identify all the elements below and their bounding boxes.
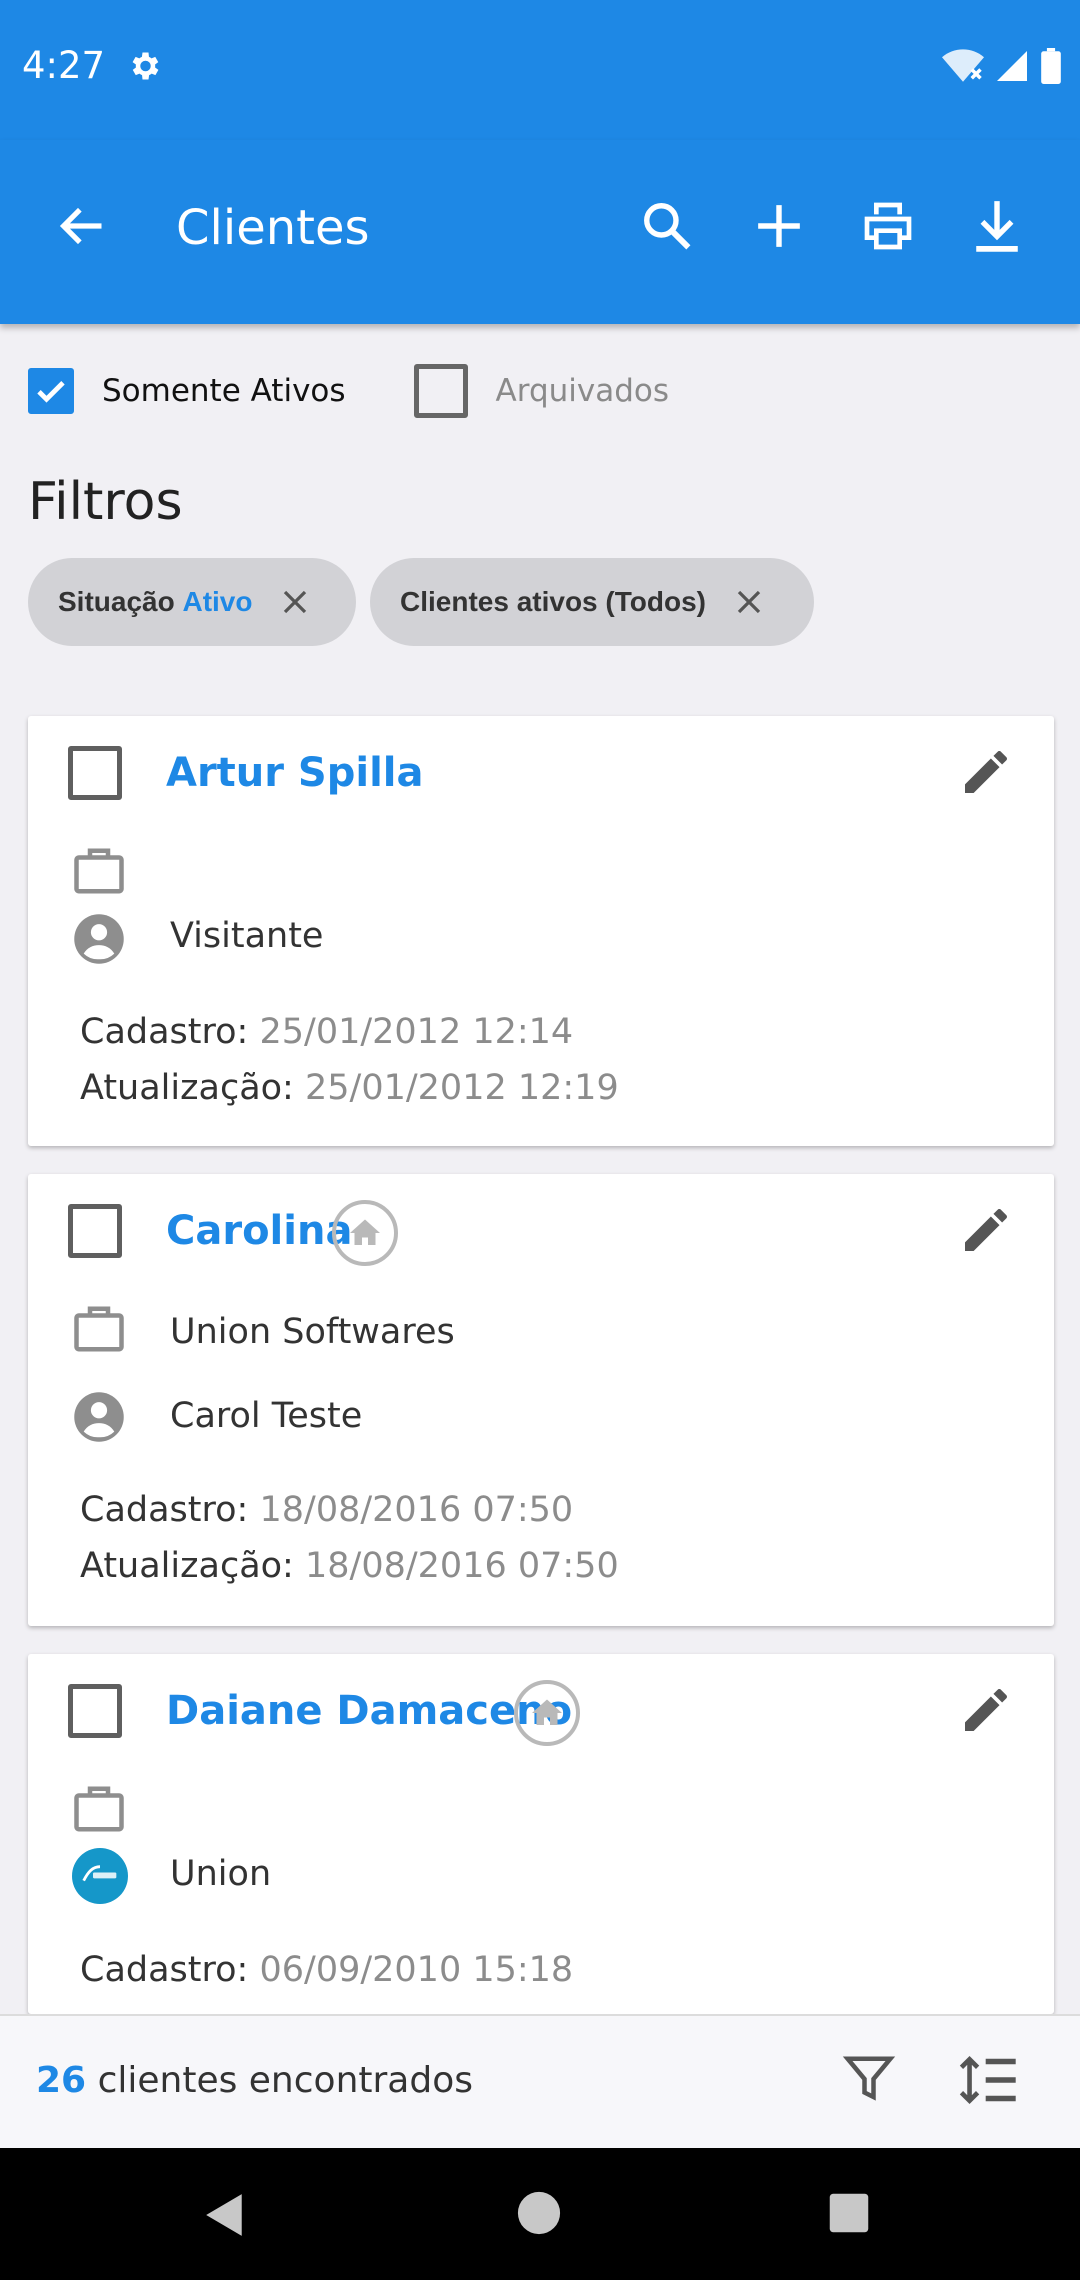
client-card[interactable]: Artur Spilla Visitante Cadastro: 25/01/2…	[28, 716, 1054, 1146]
updated-label: Atualização:	[80, 1546, 294, 1586]
updated-label: Atualização:	[80, 1068, 294, 1108]
client-name[interactable]: Artur Spilla	[166, 750, 424, 796]
person-icon	[72, 912, 126, 966]
only-active-label[interactable]: Somente Ativos	[102, 373, 346, 409]
results-count-label: clientes encontrados	[97, 2060, 473, 2101]
briefcase-icon	[72, 1304, 126, 1354]
nav-home-icon[interactable]	[516, 2190, 562, 2236]
person-icon	[72, 1390, 126, 1444]
created-at: Cadastro: 18/08/2016 07:50	[80, 1490, 573, 1530]
wifi-icon	[942, 48, 984, 84]
chip-value: Ativo	[182, 586, 253, 617]
nav-recents-icon[interactable]	[828, 2192, 870, 2234]
sort-icon[interactable]	[958, 2052, 1018, 2108]
updated-value: 25/01/2012 12:19	[305, 1068, 619, 1108]
archived-label[interactable]: Arquivados	[496, 373, 669, 409]
chip-key: Situação	[58, 586, 175, 617]
briefcase-icon	[72, 846, 126, 896]
signal-icon	[994, 48, 1030, 84]
filter-icon[interactable]	[842, 2050, 896, 2108]
results-bar: 26 clientes encontrados	[0, 2014, 1080, 2150]
back-arrow-icon[interactable]	[56, 200, 108, 252]
contact-name: Visitante	[170, 916, 324, 956]
union-logo-avatar	[72, 1848, 128, 1904]
contact-name: Union	[170, 1854, 272, 1894]
edit-pencil-icon[interactable]	[958, 744, 1014, 800]
client-card[interactable]: Carolina Union Softwares Carol Teste Cad…	[28, 1174, 1054, 1626]
select-checkbox[interactable]	[68, 1684, 122, 1738]
close-icon[interactable]	[280, 587, 310, 617]
system-nav-bar	[0, 2148, 1080, 2280]
status-bar: 4:27	[0, 0, 1080, 140]
client-card[interactable]: Daiane Damaceno Union Cadastro: 06/09/20…	[28, 1654, 1054, 2014]
created-label: Cadastro:	[80, 1950, 249, 1990]
created-at: Cadastro: 06/09/2010 15:18	[80, 1950, 573, 1990]
created-label: Cadastro:	[80, 1012, 249, 1052]
only-active-checkbox[interactable]	[28, 368, 74, 414]
filters-title: Filtros	[28, 472, 183, 532]
filter-chip-situacao[interactable]: Situação Ativo	[28, 558, 356, 646]
results-count-number: 26	[36, 2060, 87, 2101]
search-icon[interactable]	[640, 199, 694, 253]
page-title: Clientes	[176, 200, 370, 256]
created-value: 25/01/2012 12:14	[259, 1012, 574, 1052]
edit-pencil-icon[interactable]	[958, 1202, 1014, 1258]
edit-pencil-icon[interactable]	[958, 1682, 1014, 1738]
toggle-row: Somente Ativos Arquivados	[28, 364, 669, 418]
created-value: 06/09/2010 15:18	[259, 1950, 574, 1990]
client-name[interactable]: Daiane Damaceno	[166, 1688, 572, 1734]
close-icon[interactable]	[734, 587, 764, 617]
download-icon[interactable]	[972, 199, 1022, 253]
created-label: Cadastro:	[80, 1490, 249, 1530]
results-count: 26 clientes encontrados	[36, 2060, 473, 2101]
select-checkbox[interactable]	[68, 1204, 122, 1258]
company-name: Union Softwares	[170, 1312, 455, 1352]
app-bar: Clientes	[0, 140, 1080, 324]
updated-at: Atualização: 25/01/2012 12:19	[80, 1068, 619, 1108]
created-at: Cadastro: 25/01/2012 12:14	[80, 1012, 573, 1052]
battery-icon	[1040, 48, 1062, 84]
chip-label: Clientes ativos (Todos)	[400, 586, 706, 617]
briefcase-icon	[72, 1784, 126, 1834]
print-icon[interactable]	[858, 198, 918, 254]
client-name[interactable]: Carolina	[166, 1208, 352, 1254]
select-checkbox[interactable]	[68, 746, 122, 800]
add-icon[interactable]	[754, 201, 804, 251]
home-icon	[514, 1680, 580, 1746]
contact-name: Carol Teste	[170, 1396, 363, 1436]
filter-chip-clientes-ativos[interactable]: Clientes ativos (Todos)	[370, 558, 814, 646]
updated-value: 18/08/2016 07:50	[305, 1546, 619, 1586]
created-value: 18/08/2016 07:50	[259, 1490, 574, 1530]
updated-at: Atualização: 18/08/2016 07:50	[80, 1546, 619, 1586]
status-time: 4:27	[22, 44, 106, 87]
home-icon	[332, 1200, 398, 1266]
nav-back-icon[interactable]	[204, 2192, 246, 2238]
gear-icon	[126, 48, 162, 84]
archived-checkbox[interactable]	[413, 364, 468, 418]
